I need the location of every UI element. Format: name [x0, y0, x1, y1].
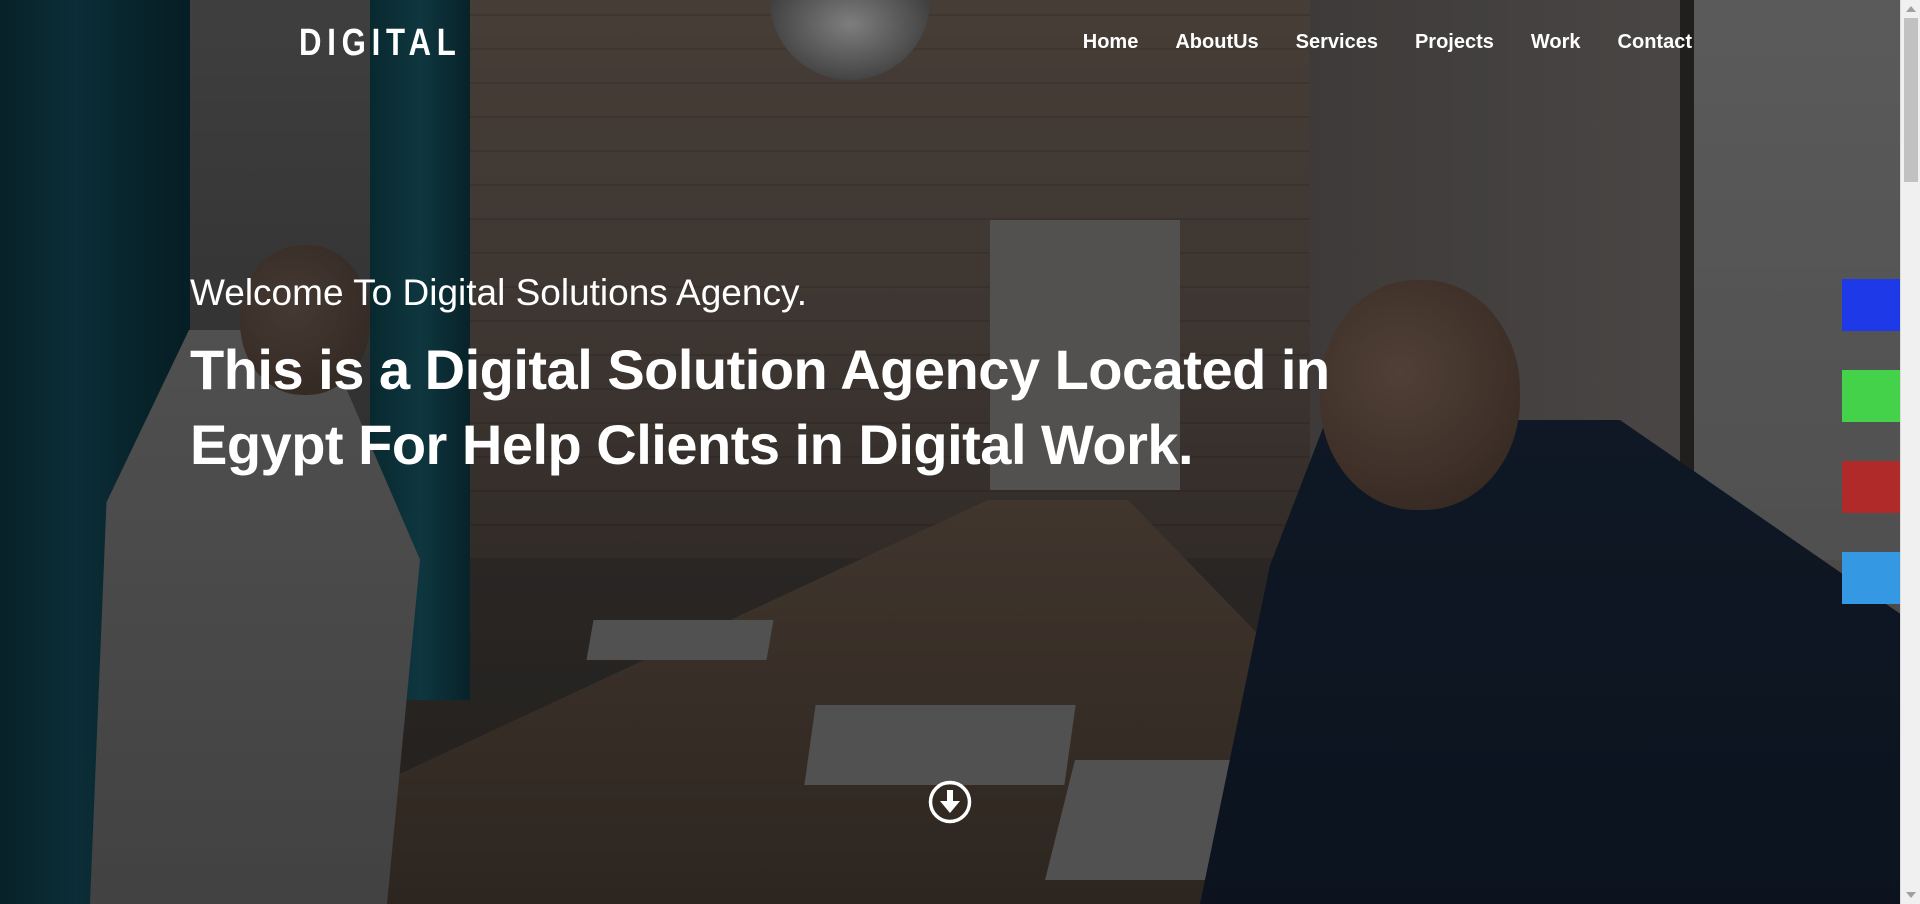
color-swatch-blue[interactable] [1842, 279, 1900, 331]
scroll-down-arrow-icon[interactable] [1906, 892, 1916, 898]
nav-link-contact[interactable]: Contact [1618, 31, 1692, 54]
scrollbar-thumb[interactable] [1904, 18, 1918, 182]
site-logo[interactable]: DIGITAL [299, 22, 462, 65]
color-switcher [1842, 279, 1900, 604]
hero-welcome-text: Welcome To Digital Solutions Agency. [190, 272, 807, 313]
vertical-scrollbar[interactable] [1900, 0, 1920, 904]
nav-links: Home AboutUs Services Projects Work Cont… [1083, 31, 1692, 54]
nav-link-work[interactable]: Work [1531, 31, 1581, 54]
color-swatch-red[interactable] [1842, 461, 1900, 513]
top-navbar: DIGITAL Home AboutUs Services Projects W… [0, 0, 1900, 88]
nav-link-services[interactable]: Services [1296, 31, 1378, 54]
nav-link-aboutus[interactable]: AboutUs [1175, 31, 1258, 54]
scroll-up-arrow-icon[interactable] [1906, 6, 1916, 12]
hero-headline: This is a Digital Solution Agency Locate… [190, 338, 1330, 476]
arrow-circle-down-icon[interactable] [928, 780, 972, 824]
color-swatch-green[interactable] [1842, 370, 1900, 422]
color-swatch-light-blue[interactable] [1842, 552, 1900, 604]
nav-link-projects[interactable]: Projects [1415, 31, 1494, 54]
hero-section: DIGITAL Home AboutUs Services Projects W… [0, 0, 1900, 904]
hero-text: Welcome To Digital Solutions Agency. Thi… [190, 272, 1390, 482]
nav-link-home[interactable]: Home [1083, 31, 1139, 54]
